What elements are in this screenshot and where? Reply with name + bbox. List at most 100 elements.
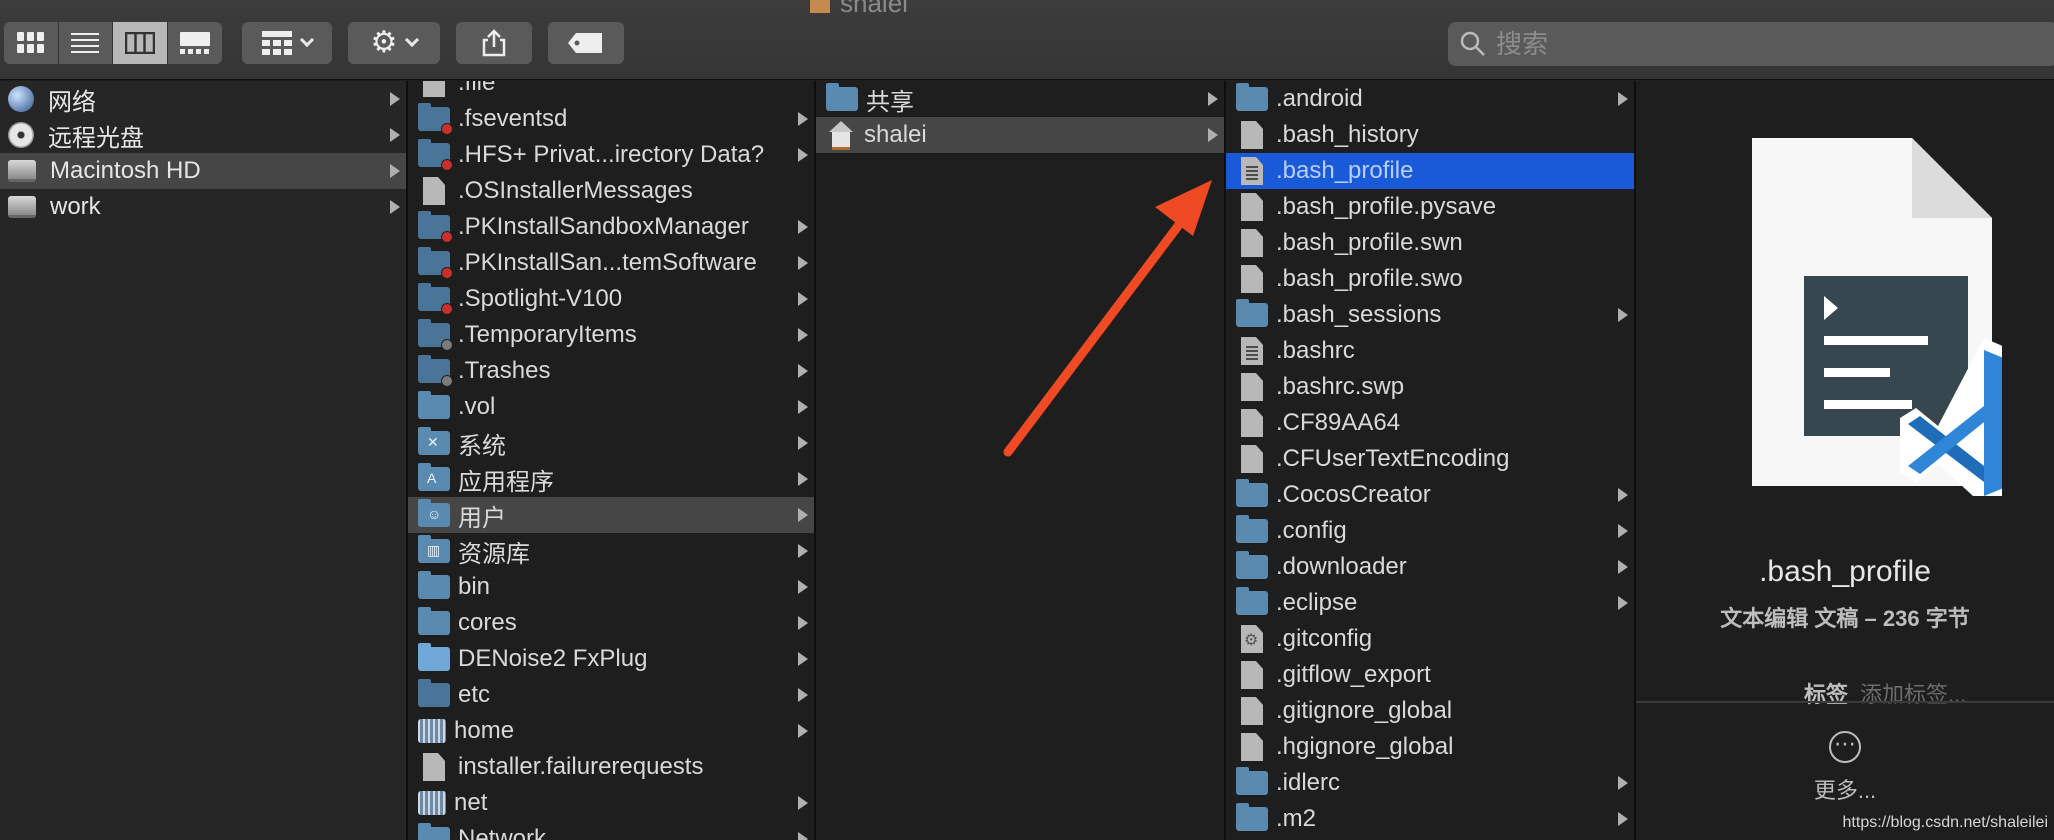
- item-label: .CFUserTextEncoding: [1276, 445, 1510, 472]
- list-item-hfs-privat-irectory-data[interactable]: .HFS+ Privat...irectory Data?: [408, 137, 814, 173]
- disclosure-arrow-icon: [390, 92, 400, 106]
- list-item-vol[interactable]: .vol: [408, 389, 814, 425]
- disclosure-arrow-icon: [1618, 524, 1628, 538]
- list-item-bash-history[interactable]: .bash_history: [1226, 117, 1634, 153]
- add-tags-field[interactable]: 添加标签...: [1860, 682, 1966, 707]
- list-item-m2[interactable]: .m2: [1226, 801, 1634, 837]
- more-button[interactable]: ⋯ 更多...: [1636, 731, 2054, 805]
- item-label: .downloader: [1276, 553, 1407, 580]
- gallery-view-button[interactable]: [167, 22, 222, 64]
- item-label: .fseventsd: [458, 105, 568, 132]
- list-item-bash-sessions[interactable]: .bash_sessions: [1226, 297, 1634, 333]
- list-item-home[interactable]: home: [408, 713, 814, 749]
- list-item-idlerc[interactable]: .idlerc: [1226, 765, 1634, 801]
- list-item-pkinstallsan-temsoftware[interactable]: .PKInstallSan...temSoftware: [408, 245, 814, 281]
- list-item-系统[interactable]: ✕ 系统: [408, 425, 814, 461]
- column-view-button[interactable]: [113, 22, 168, 64]
- item-label: .hgignore_global: [1276, 733, 1454, 760]
- disclosure-arrow-icon: [1618, 308, 1628, 322]
- item-label: 系统: [458, 432, 506, 460]
- list-item-eclipse[interactable]: .eclipse: [1226, 585, 1634, 621]
- icon-view-button[interactable]: [4, 22, 59, 64]
- list-item-bashrc-swp[interactable]: .bashrc.swp: [1226, 369, 1634, 405]
- list-item-应用程序[interactable]: A 应用程序: [408, 461, 814, 497]
- list-item-osinstallermessages[interactable]: .OSInstallerMessages: [408, 173, 814, 209]
- list-item-cocoscreator[interactable]: .CocosCreator: [1226, 477, 1634, 513]
- list-item-gitconfig[interactable]: .gitconfig: [1226, 621, 1634, 657]
- folder-emblem-icon: ▥: [427, 542, 441, 558]
- list-item-denoise2-fxplug[interactable]: DENoise2 FxPlug: [408, 641, 814, 677]
- list-item-network[interactable]: Network: [408, 821, 814, 840]
- item-label: .bash_profile: [1276, 157, 1414, 184]
- preview-divider: [1636, 701, 2054, 703]
- list-item-shalei[interactable]: shalei: [816, 117, 1224, 153]
- list-item-work[interactable]: work: [0, 189, 406, 225]
- list-item-gitignore-global[interactable]: .gitignore_global: [1226, 693, 1634, 729]
- group-by-button[interactable]: [242, 22, 332, 64]
- disclosure-arrow-icon: [798, 616, 808, 630]
- sidebar: 网络 远程光盘 Macintosh HD work: [0, 81, 408, 840]
- list-item-bin[interactable]: bin: [408, 569, 814, 605]
- more-ellipsis-icon: ⋯: [1829, 731, 1861, 763]
- list-item-远程光盘[interactable]: 远程光盘: [0, 117, 406, 153]
- list-item-共享[interactable]: 共享: [816, 81, 1224, 117]
- list-item-file[interactable]: .file: [408, 81, 814, 101]
- item-label: Macintosh HD: [50, 157, 201, 184]
- list-item-etc[interactable]: etc: [408, 677, 814, 713]
- share-button[interactable]: [456, 22, 532, 64]
- list-item-fseventsd[interactable]: .fseventsd: [408, 101, 814, 137]
- item-label: .PKInstallSan...temSoftware: [458, 249, 757, 276]
- list-item-temporaryitems[interactable]: .TemporaryItems: [408, 317, 814, 353]
- file-icon: [423, 81, 445, 97]
- list-item-cores[interactable]: cores: [408, 605, 814, 641]
- list-item-cf89aa64[interactable]: .CF89AA64: [1226, 405, 1634, 441]
- list-item-android[interactable]: .android: [1226, 81, 1634, 117]
- list-item-资源库[interactable]: ▥ 资源库: [408, 533, 814, 569]
- list-item-trashes[interactable]: .Trashes: [408, 353, 814, 389]
- list-item-spotlight-v100[interactable]: .Spotlight-V100: [408, 281, 814, 317]
- list-item-用户[interactable]: ☺ 用户: [408, 497, 814, 533]
- list-item-net[interactable]: net: [408, 785, 814, 821]
- item-label: net: [454, 789, 488, 816]
- folder-icon: [418, 643, 450, 671]
- search-field[interactable]: [1448, 22, 2054, 66]
- folder-icon: ☺: [418, 499, 450, 527]
- item-label: DENoise2 FxPlug: [458, 645, 648, 672]
- list-item-cfusertextencoding[interactable]: .CFUserTextEncoding: [1226, 441, 1634, 477]
- list-item-pkinstallsandboxmanager[interactable]: .PKInstallSandboxManager: [408, 209, 814, 245]
- disclosure-arrow-icon: [798, 544, 808, 558]
- list-item-config[interactable]: .config: [1226, 513, 1634, 549]
- list-item-网络[interactable]: 网络: [0, 81, 406, 117]
- tags-button[interactable]: [548, 22, 624, 64]
- search-input[interactable]: [1496, 28, 1996, 60]
- chevron-down-icon: [299, 32, 315, 48]
- item-label: .Spotlight-V100: [458, 285, 623, 312]
- folder-icon: [418, 571, 450, 599]
- list-item-installer-failurerequests[interactable]: installer.failurerequests: [408, 749, 814, 785]
- list-item-bashrc[interactable]: .bashrc: [1226, 333, 1634, 369]
- action-menu-button[interactable]: ⚙: [348, 22, 440, 64]
- folder-icon: A: [418, 463, 450, 491]
- preview-tags: 标签 添加标签...: [1804, 677, 1966, 709]
- remote-disc-icon: [8, 122, 34, 148]
- disclosure-arrow-icon: [1618, 596, 1628, 610]
- list-item-downloader[interactable]: .downloader: [1226, 549, 1634, 585]
- list-item-macintosh-hd[interactable]: Macintosh HD: [0, 153, 406, 189]
- item-label: work: [50, 193, 101, 220]
- list-item-gitflow-export[interactable]: .gitflow_export: [1226, 657, 1634, 693]
- list-view-button[interactable]: [58, 22, 113, 64]
- list-item-bash-profile-pysave[interactable]: .bash_profile.pysave: [1226, 189, 1634, 225]
- grid-icon: [16, 32, 44, 53]
- list-item-bash-profile[interactable]: .bash_profile: [1226, 153, 1634, 189]
- item-label: .eclipse: [1276, 589, 1358, 616]
- gallery-icon: [179, 32, 210, 54]
- restricted-badge-icon: [441, 231, 453, 243]
- list-item-bash-profile-swo[interactable]: .bash_profile.swo: [1226, 261, 1634, 297]
- disclosure-arrow-icon: [798, 220, 808, 234]
- file-icon: [1241, 373, 1263, 401]
- disclosure-arrow-icon: [798, 436, 808, 450]
- list-item-bash-profile-swn[interactable]: .bash_profile.swn: [1226, 225, 1634, 261]
- browser-column-home: .android .bash_history .bash_profile .bash_…: [1226, 81, 1636, 840]
- list-item-hgignore-global[interactable]: .hgignore_global: [1226, 729, 1634, 765]
- restricted-badge-icon: [441, 123, 453, 135]
